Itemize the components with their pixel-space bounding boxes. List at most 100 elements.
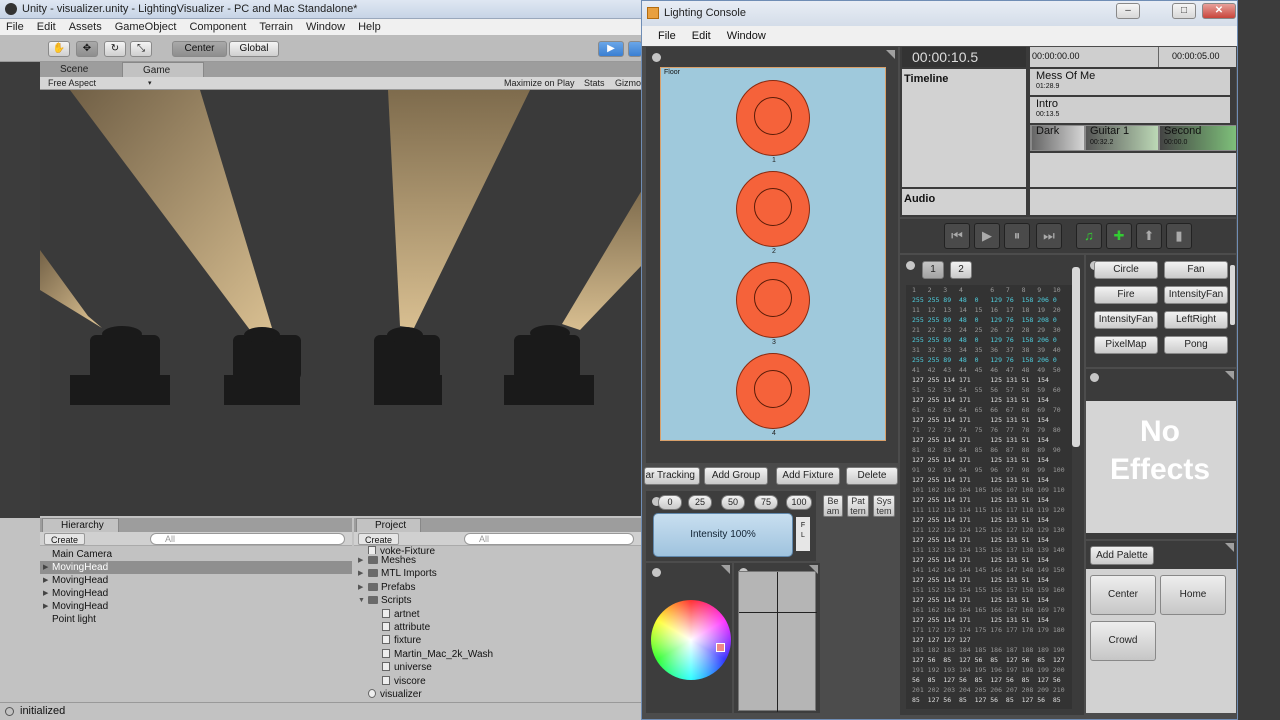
- maximize-icon[interactable]: □: [1172, 3, 1196, 19]
- expand-arrow-icon[interactable]: ▶: [43, 561, 48, 574]
- effect-circle-button[interactable]: Circle: [1094, 261, 1158, 279]
- project-script-artnet[interactable]: artnet: [354, 608, 642, 621]
- effect-fire-button[interactable]: Fire: [1094, 286, 1158, 304]
- trash-icon[interactable]: ▮: [1166, 223, 1192, 249]
- universe-tab-1[interactable]: 1: [922, 261, 944, 279]
- intensity-preset-0[interactable]: 0: [658, 495, 682, 510]
- project-folder-scripts[interactable]: ▼ Scripts: [354, 594, 642, 607]
- expand-arrow-icon[interactable]: ▶: [43, 574, 48, 587]
- track-row[interactable]: Mess Of Me 01:28.9: [1030, 69, 1230, 95]
- expand-arrow-icon[interactable]: ▶: [358, 567, 363, 580]
- global-space-button[interactable]: Global: [229, 41, 279, 57]
- segment-dark[interactable]: Dark: [1032, 126, 1084, 150]
- pan-tilt-pad[interactable]: [738, 571, 817, 712]
- skip-forward-icon[interactable]: ⏭: [1036, 223, 1062, 249]
- hierarchy-item-movinghead[interactable]: ▶ MovingHead: [40, 587, 352, 600]
- rotate-tool-icon[interactable]: ↻: [104, 41, 126, 57]
- project-script-attribute[interactable]: attribute: [354, 621, 642, 634]
- panel-grip-icon[interactable]: [1090, 373, 1099, 382]
- effects-scrollbar[interactable]: [1230, 265, 1235, 325]
- maximize-on-play-toggle[interactable]: Maximize on Play: [504, 77, 575, 90]
- console-menu-file[interactable]: File: [658, 26, 676, 46]
- add-group-button[interactable]: Add Group: [704, 467, 768, 485]
- play-icon[interactable]: ▶: [974, 223, 1000, 249]
- project-script-martin-mac[interactable]: Martin_Mac_2k_Wash: [354, 648, 642, 661]
- fixture-circle[interactable]: [736, 262, 810, 338]
- audio-lane[interactable]: [1030, 189, 1236, 215]
- segment-second[interactable]: Second 00:00.0: [1160, 126, 1236, 150]
- universe-tab-2[interactable]: 2: [950, 261, 972, 279]
- intensity-slider[interactable]: Intensity 100%: [653, 513, 793, 557]
- hierarchy-item-movinghead[interactable]: ▶ MovingHead: [40, 574, 352, 587]
- fixture-circle[interactable]: [736, 171, 810, 247]
- aspect-dropdown[interactable]: Free Aspect: [48, 77, 96, 90]
- menu-edit[interactable]: Edit: [37, 19, 56, 35]
- console-menu-edit[interactable]: Edit: [692, 26, 711, 46]
- menu-assets[interactable]: Assets: [69, 19, 102, 35]
- project-script-universe[interactable]: universe: [354, 661, 642, 674]
- minimize-icon[interactable]: –: [1116, 3, 1140, 19]
- tab-hierarchy[interactable]: Hierarchy: [42, 518, 119, 532]
- move-tool-icon[interactable]: ✥: [76, 41, 98, 57]
- palette-center-button[interactable]: Center: [1090, 575, 1156, 615]
- menu-gameobject[interactable]: GameObject: [115, 19, 177, 35]
- menu-file[interactable]: File: [6, 19, 24, 35]
- pause-icon[interactable]: ⏸: [1004, 223, 1030, 249]
- game-viewport[interactable]: [40, 90, 642, 516]
- dmx-scrollbar[interactable]: [1072, 267, 1080, 447]
- panel-grip-icon[interactable]: [652, 568, 661, 577]
- delete-button[interactable]: Delete: [846, 467, 898, 485]
- effect-fan-button[interactable]: Fan: [1164, 261, 1228, 279]
- effect-pixelmap-button[interactable]: PixelMap: [1094, 336, 1158, 354]
- project-script-fixture[interactable]: fixture: [354, 634, 642, 647]
- project-folder-mtl-imports[interactable]: ▶ MTL Imports: [354, 567, 642, 580]
- system-button[interactable]: Sys tem: [873, 495, 895, 517]
- track-row[interactable]: Intro 00:13.5: [1030, 97, 1230, 123]
- tab-scene[interactable]: Scene: [40, 62, 122, 77]
- intensity-preset-100[interactable]: 100: [786, 495, 812, 510]
- pattern-button[interactable]: Pat tern: [847, 495, 869, 517]
- effect-pong-button[interactable]: Pong: [1164, 336, 1228, 354]
- effect-leftright-button[interactable]: LeftRight: [1164, 311, 1228, 329]
- palette-home-button[interactable]: Home: [1160, 575, 1226, 615]
- hierarchy-item-movinghead[interactable]: ▶ MovingHead: [40, 600, 352, 613]
- collapse-arrow-icon[interactable]: ▼: [358, 594, 365, 607]
- panel-grip-icon[interactable]: [906, 261, 915, 270]
- panel-grip-icon[interactable]: [652, 53, 661, 62]
- project-script-viscore[interactable]: viscore: [354, 675, 642, 688]
- add-palette-button[interactable]: Add Palette: [1090, 546, 1154, 565]
- skip-back-icon[interactable]: ⏮: [944, 223, 970, 249]
- intensity-preset-25[interactable]: 25: [688, 495, 712, 510]
- hierarchy-item-movinghead[interactable]: ▶ MovingHead: [40, 561, 352, 574]
- menu-terrain[interactable]: Terrain: [259, 19, 293, 35]
- menu-help[interactable]: Help: [358, 19, 381, 35]
- project-item[interactable]: yoke-Fixture: [354, 546, 642, 554]
- tab-game[interactable]: Game: [122, 62, 204, 77]
- pause-button[interactable]: [628, 41, 642, 57]
- upload-icon[interactable]: ⬆: [1136, 223, 1162, 249]
- gizmos-toggle[interactable]: Gizmo: [615, 77, 641, 90]
- intensity-preset-50[interactable]: 50: [721, 495, 745, 510]
- play-button[interactable]: ▶: [598, 41, 624, 57]
- project-scene-visualizer[interactable]: visualizer: [354, 688, 642, 701]
- hierarchy-create-button[interactable]: Create: [44, 533, 86, 545]
- floor-plan[interactable]: Floor 1 2 3 4: [660, 67, 886, 441]
- pivot-center-button[interactable]: Center: [172, 41, 227, 57]
- add-cue-icon[interactable]: ✚: [1106, 223, 1132, 249]
- hierarchy-item-main-camera[interactable]: Main Camera: [40, 548, 352, 561]
- fixture-circle[interactable]: [736, 80, 810, 156]
- add-fixture-button[interactable]: Add Fixture: [776, 467, 840, 485]
- project-folder-meshes[interactable]: ▶ Meshes: [354, 554, 642, 567]
- intensity-preset-75[interactable]: 75: [754, 495, 778, 510]
- add-audio-icon[interactable]: ♫: [1076, 223, 1102, 249]
- menu-component[interactable]: Component: [189, 19, 246, 35]
- time-ruler[interactable]: 00:00:00.00 00:00:05.00: [1030, 47, 1236, 67]
- hand-tool-icon[interactable]: ✋: [48, 41, 70, 57]
- beam-button[interactable]: Be am: [823, 495, 843, 517]
- color-wheel[interactable]: [651, 600, 731, 680]
- hierarchy-search-input[interactable]: All: [150, 533, 345, 545]
- expand-arrow-icon[interactable]: ▶: [358, 554, 363, 567]
- scale-tool-icon[interactable]: ⤡: [130, 41, 152, 57]
- effect-intensityfan-button[interactable]: IntensityFan: [1094, 311, 1158, 329]
- tracking-button[interactable]: ar Tracking: [644, 467, 700, 485]
